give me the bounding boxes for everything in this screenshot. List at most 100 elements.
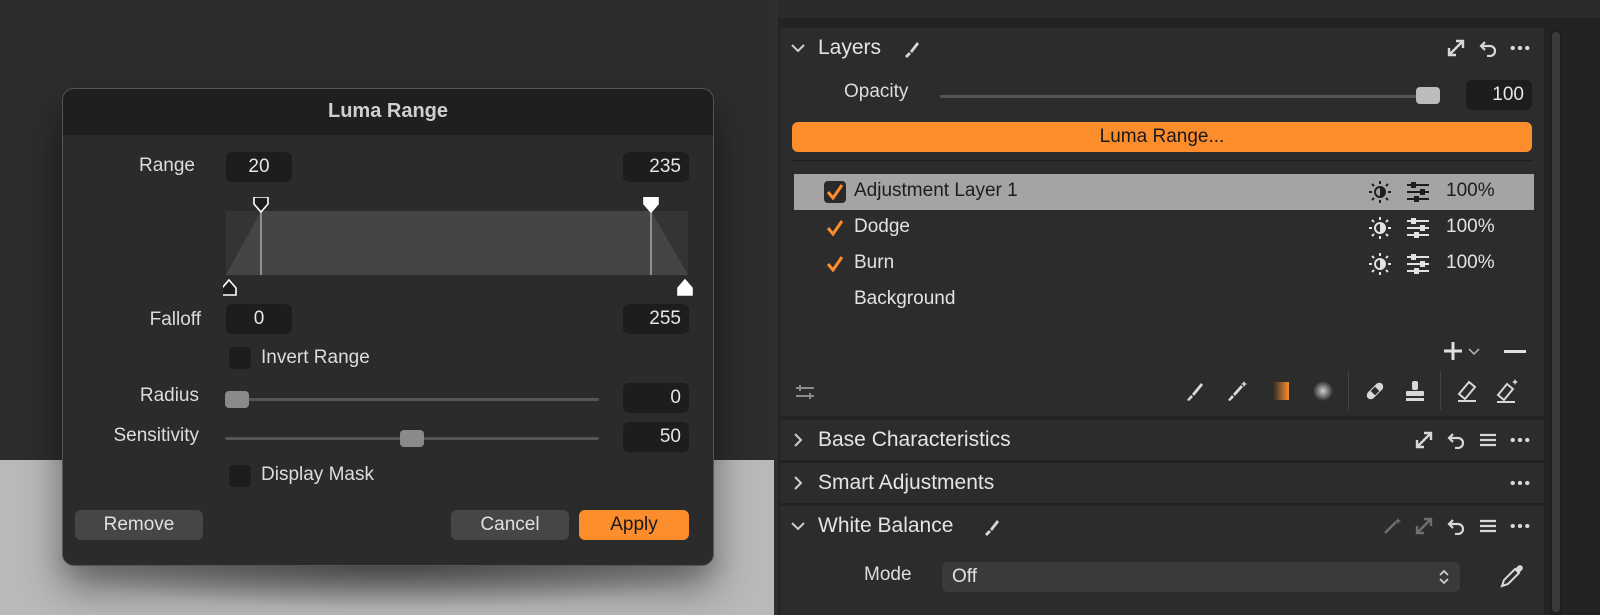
layer-opacity-percent: 100% [1446,180,1495,201]
luma-range-graph[interactable] [223,197,693,297]
more-options-icon[interactable] [1510,473,1530,493]
layer-brightness-icon[interactable] [1368,180,1392,204]
mode-label: Mode [864,564,912,585]
radius-label: Radius [139,385,199,406]
layer-adjustments-icon[interactable] [1406,217,1430,239]
presets-list-icon[interactable] [1478,516,1498,536]
range-trapezoid [226,211,688,275]
range-high-field[interactable]: 235 [623,152,689,182]
layer-visibility-checkbox[interactable] [824,217,846,239]
smart-adjustments-title: Smart Adjustments [818,471,995,494]
gradient-mask-icon[interactable] [1268,378,1294,404]
layers-header[interactable]: Layers [780,28,1544,68]
eyedropper-icon[interactable] [1498,562,1526,590]
apply-button[interactable]: Apply [579,510,689,540]
base-characteristics-section[interactable]: Base Characteristics [780,420,1544,460]
falloff-low-field[interactable]: 0 [226,304,292,334]
chevron-down-icon[interactable] [790,518,806,534]
brush-icon[interactable] [982,517,1002,537]
layer-adjustments-icon[interactable] [1406,253,1430,275]
clone-stamp-icon[interactable] [1402,378,1428,404]
expand-icon[interactable] [1414,516,1434,536]
invert-range-checkbox[interactable] [229,347,251,369]
opacity-slider-thumb[interactable] [1416,87,1440,104]
opacity-field[interactable]: 100 [1466,80,1532,110]
panel-top-strip [778,0,1600,18]
mode-select[interactable]: Off [942,562,1460,592]
presets-list-icon[interactable] [1478,430,1498,450]
opacity-track[interactable] [940,95,1440,98]
radius-slider-thumb[interactable] [225,391,249,408]
chevron-right-icon[interactable] [790,475,806,491]
range-low-field[interactable]: 20 [226,152,292,182]
magic-wand-icon[interactable] [1382,516,1402,536]
display-mask-checkbox[interactable] [229,465,251,487]
scrollbar-thumb[interactable] [1552,32,1560,612]
reset-icon[interactable] [1446,516,1466,536]
layer-name: Adjustment Layer 1 [854,180,1018,201]
smart-adjustments-section[interactable]: Smart Adjustments [780,463,1544,503]
remove-button[interactable]: Remove [75,510,203,540]
white-balance-title: White Balance [818,514,954,537]
layer-row[interactable]: Adjustment Layer 1 100% [794,174,1534,210]
mode-select-value: Off [952,566,977,587]
heal-bandage-icon[interactable] [1362,378,1388,404]
tool-panel: Layers Opacity 100 Luma Range... Adjustm… [778,0,1600,615]
layer-brightness-icon[interactable] [1368,216,1392,240]
luma-range-button[interactable]: Luma Range... [792,122,1532,152]
sensitivity-label: Sensitivity [113,425,199,446]
layer-visibility-checkbox[interactable] [824,253,846,275]
tool-divider [1348,372,1349,410]
reset-icon[interactable] [1478,38,1498,58]
layers-title: Layers [818,36,882,59]
range-low-handle[interactable] [253,197,269,214]
layer-name: Background [854,288,956,309]
display-mask-label: Display Mask [261,464,374,485]
layer-row[interactable]: Dodge 100% [794,210,1534,246]
layer-settings-icon[interactable] [794,381,816,403]
tool-divider [1440,372,1441,410]
magic-brush-icon[interactable] [1224,378,1250,404]
layer-visibility-checkbox[interactable] [824,181,846,203]
reset-icon[interactable] [1446,430,1466,450]
chevron-down-icon [1468,348,1480,356]
layer-brightness-icon[interactable] [1368,252,1392,276]
layer-name: Burn [854,252,895,273]
add-layer-button[interactable] [1442,340,1480,362]
layer-row[interactable]: Burn 100% [794,246,1534,282]
expand-icon[interactable] [1414,430,1434,450]
falloff-label: Falloff [149,309,201,330]
falloff-high-field[interactable]: 255 [623,304,689,334]
layer-row[interactable]: Background [794,282,1534,318]
falloff-low-handle[interactable] [223,278,237,296]
brush-tool-icon[interactable] [1182,378,1208,404]
opacity-label: Opacity [844,81,909,102]
divider [792,160,1532,161]
layer-adjustments-icon[interactable] [1406,181,1430,203]
range-high-handle[interactable] [643,197,659,214]
eraser-icon[interactable] [1454,378,1480,404]
panel-scrollbar[interactable] [1550,30,1562,615]
sensitivity-slider-thumb[interactable] [400,430,424,447]
luma-range-dialog: Luma Range Range 20 235 Falloff 0 255 In… [62,88,714,566]
expand-icon[interactable] [1446,38,1466,58]
chevron-down-icon[interactable] [790,40,806,56]
sensitivity-field[interactable]: 50 [623,422,689,452]
radial-mask-icon[interactable] [1310,378,1336,404]
chevron-right-icon[interactable] [790,432,806,448]
layers-section: Layers Opacity 100 Luma Range... Adjustm… [780,28,1544,416]
radius-track[interactable] [225,398,599,401]
dialog-title: Luma Range [63,89,713,135]
radius-field[interactable]: 0 [623,383,689,413]
more-options-icon[interactable] [1510,430,1530,450]
plus-icon [1444,342,1462,360]
cancel-button[interactable]: Cancel [451,510,569,540]
magic-eraser-icon[interactable] [1494,378,1520,404]
brush-icon[interactable] [902,39,922,59]
remove-layer-icon[interactable] [1504,350,1526,354]
more-options-icon[interactable] [1510,516,1530,536]
more-options-icon[interactable] [1510,38,1530,58]
white-balance-header[interactable]: White Balance [780,506,1544,546]
falloff-high-handle[interactable] [677,278,693,296]
layer-name: Dodge [854,216,910,237]
